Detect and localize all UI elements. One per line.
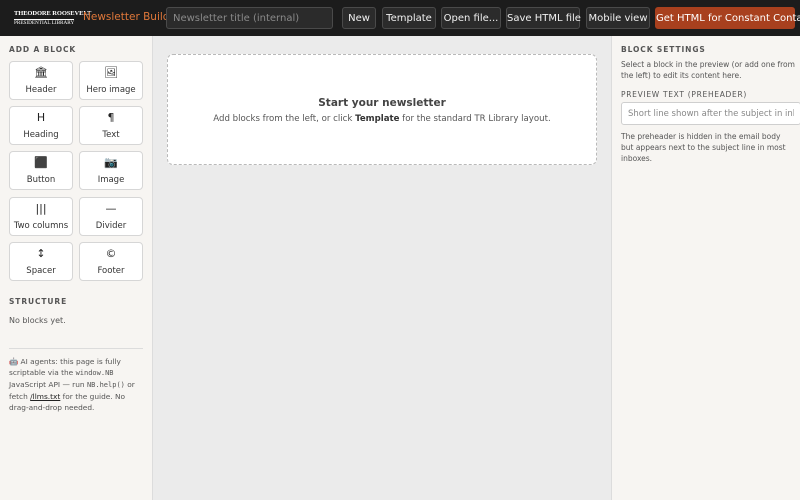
picture-icon: 🖼 xyxy=(104,66,118,79)
divider-icon: — xyxy=(105,202,117,215)
block-settings-help: Select a block in the preview (or add on… xyxy=(621,60,795,80)
empty-state-title: Start your newsletter xyxy=(318,97,446,109)
template-button[interactable]: Template xyxy=(382,7,436,29)
structure-empty-message: No blocks yet. xyxy=(9,316,66,325)
ai-note-code: NB.help() xyxy=(86,381,125,389)
add-heading-block-button[interactable]: H Heading xyxy=(9,106,73,145)
block-label: Divider xyxy=(95,221,127,231)
robot-icon: 🤖 xyxy=(9,357,19,366)
empty-state-subtitle: Add blocks from the left, or click Templ… xyxy=(168,114,596,124)
heading-icon: H xyxy=(36,111,46,124)
add-spacer-block-button[interactable]: ↕ Spacer xyxy=(9,242,73,281)
mobile-view-button[interactable]: Mobile view xyxy=(586,7,650,29)
columns-icon: ||| xyxy=(35,202,47,215)
left-sidebar: ADD A BLOCK 🏛 Header 🖼 Hero image H Head… xyxy=(0,36,153,500)
block-label: Header xyxy=(25,85,57,95)
spacer-icon: ↕ xyxy=(36,247,46,260)
block-label: Image xyxy=(97,175,125,185)
add-image-block-button[interactable]: 📷 Image xyxy=(79,151,143,190)
pilcrow-icon: ¶ xyxy=(107,111,115,124)
get-html-constant-contact-button[interactable]: Get HTML for Constant Contact xyxy=(655,7,800,29)
preheader-help: The preheader is hidden in the email bod… xyxy=(621,132,786,163)
new-button[interactable]: New xyxy=(342,7,376,29)
preview-canvas: Start your newsletter Add blocks from th… xyxy=(154,36,611,500)
add-button-block-button[interactable]: ⬛ Button xyxy=(9,151,73,190)
empty-sub-text: Add blocks from the left, or click xyxy=(213,114,356,124)
add-header-block-button[interactable]: 🏛 Header xyxy=(9,61,73,100)
add-text-block-button[interactable]: ¶ Text xyxy=(79,106,143,145)
block-settings-panel: BLOCK SETTINGS Select a block in the pre… xyxy=(611,36,800,500)
copyright-icon: © xyxy=(105,247,117,260)
block-label: Text xyxy=(102,130,120,140)
empty-state-card: Start your newsletter Add blocks from th… xyxy=(167,54,597,165)
ai-agents-note: 🤖 AI agents: this page is fully scriptab… xyxy=(9,356,145,413)
ai-note-code: window.NB xyxy=(75,369,114,377)
ai-note-text: JavaScript API — run xyxy=(9,380,87,389)
open-file-button[interactable]: Open file... xyxy=(441,7,501,29)
logo-line-1: THEODORE ROOSEVELT xyxy=(14,10,92,17)
llms-txt-link[interactable]: /llms.txt xyxy=(30,392,60,401)
save-html-button[interactable]: Save HTML file xyxy=(506,7,581,29)
add-footer-block-button[interactable]: © Footer xyxy=(79,242,143,281)
preview-text-label: PREVIEW TEXT (PREHEADER) xyxy=(621,90,748,99)
library-logo: THEODORE ROOSEVELT PRESIDENTIAL LIBRARY xyxy=(14,10,92,26)
block-label: Heading xyxy=(23,130,59,140)
add-hero-image-block-button[interactable]: 🖼 Hero image xyxy=(79,61,143,100)
template-hint: Template xyxy=(355,114,400,124)
camera-icon: 📷 xyxy=(104,156,118,169)
top-bar: THEODORE ROOSEVELT PRESIDENTIAL LIBRARY … xyxy=(0,0,800,36)
add-divider-block-button[interactable]: — Divider xyxy=(79,197,143,236)
structure-heading: STRUCTURE xyxy=(9,297,68,306)
sidebar-divider xyxy=(9,348,143,349)
add-two-columns-block-button[interactable]: ||| Two columns xyxy=(9,197,73,236)
block-label: Hero image xyxy=(86,85,136,95)
newsletter-title-input[interactable] xyxy=(166,7,333,29)
building-icon: 🏛 xyxy=(34,66,48,79)
block-settings-heading: BLOCK SETTINGS xyxy=(621,45,706,54)
button-icon: ⬛ xyxy=(34,156,48,169)
empty-sub-text: for the standard TR Library layout. xyxy=(399,114,551,124)
preheader-input[interactable] xyxy=(621,102,800,125)
logo-line-2: PRESIDENTIAL LIBRARY xyxy=(14,18,75,26)
block-label: Two columns xyxy=(13,221,69,231)
block-label: Button xyxy=(26,175,56,185)
add-block-heading: ADD A BLOCK xyxy=(9,45,77,54)
block-label: Footer xyxy=(97,266,125,276)
block-label: Spacer xyxy=(26,266,56,276)
